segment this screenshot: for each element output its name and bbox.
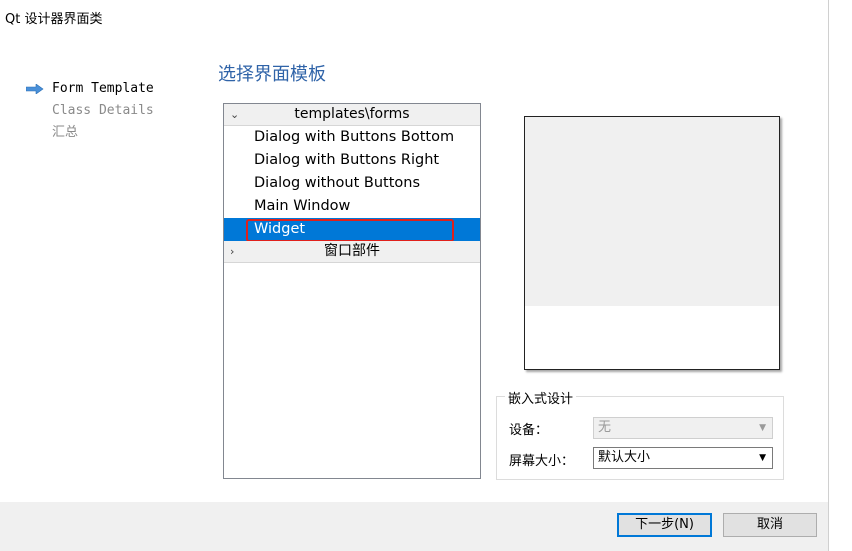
- group-label: templates\forms: [294, 106, 410, 122]
- group-legend: 嵌入式设计: [505, 388, 577, 407]
- device-select-value: 无: [598, 420, 612, 435]
- chevron-down-icon: ▼: [759, 423, 766, 433]
- tree-group-widgets[interactable]: › 窗口部件: [224, 241, 480, 263]
- wizard-steps: Form Template Class Details 汇总: [26, 78, 154, 144]
- current-step-arrow-icon: [26, 84, 44, 94]
- tree-item-main-window[interactable]: Main Window: [224, 195, 480, 218]
- cancel-button[interactable]: 取消: [723, 513, 817, 537]
- step-label: Form Template: [52, 81, 154, 96]
- tree-item-dialog-buttons-bottom[interactable]: Dialog with Buttons Bottom: [224, 126, 480, 149]
- chevron-down-icon[interactable]: ▼: [759, 448, 766, 468]
- screen-size-select[interactable]: 默认大小 ▼: [593, 447, 773, 469]
- template-preview: [524, 116, 780, 370]
- screen-size-label: 屏幕大小：: [509, 454, 575, 469]
- step-label: 汇总: [52, 125, 79, 140]
- page-heading: 选择界面模板: [218, 64, 326, 85]
- template-tree[interactable]: ⌄ templates\forms Dialog with Buttons Bo…: [223, 103, 481, 479]
- button-bar: 下一步(N) 取消: [0, 502, 828, 551]
- step-label: Class Details: [52, 103, 154, 118]
- screen-size-select-value: 默认大小: [598, 450, 651, 465]
- chevron-down-icon[interactable]: ⌄: [230, 104, 239, 125]
- tree-group-templates-forms[interactable]: ⌄ templates\forms: [224, 104, 480, 126]
- group-label: 窗口部件: [324, 243, 380, 259]
- preview-form-area: [525, 117, 779, 306]
- step-summary: 汇总: [26, 122, 154, 144]
- tree-item-widget[interactable]: Widget: [224, 218, 480, 242]
- tree-item-dialog-without-buttons[interactable]: Dialog without Buttons: [224, 172, 480, 195]
- step-form-template: Form Template: [26, 78, 154, 100]
- next-button[interactable]: 下一步(N): [617, 513, 712, 537]
- tree-item-dialog-buttons-right[interactable]: Dialog with Buttons Right: [224, 149, 480, 172]
- window-title: Qt 设计器界面类: [5, 12, 103, 27]
- embedded-design-group: 嵌入式设计 设备： 无 ▼ 屏幕大小： 默认大小 ▼: [496, 388, 784, 480]
- annotation-highlight-box: [246, 219, 454, 242]
- device-label: 设备：: [509, 423, 549, 438]
- device-select: 无 ▼: [593, 417, 773, 439]
- step-class-details: Class Details: [26, 100, 154, 122]
- chevron-right-icon[interactable]: ›: [230, 241, 234, 262]
- window-border: [828, 0, 829, 551]
